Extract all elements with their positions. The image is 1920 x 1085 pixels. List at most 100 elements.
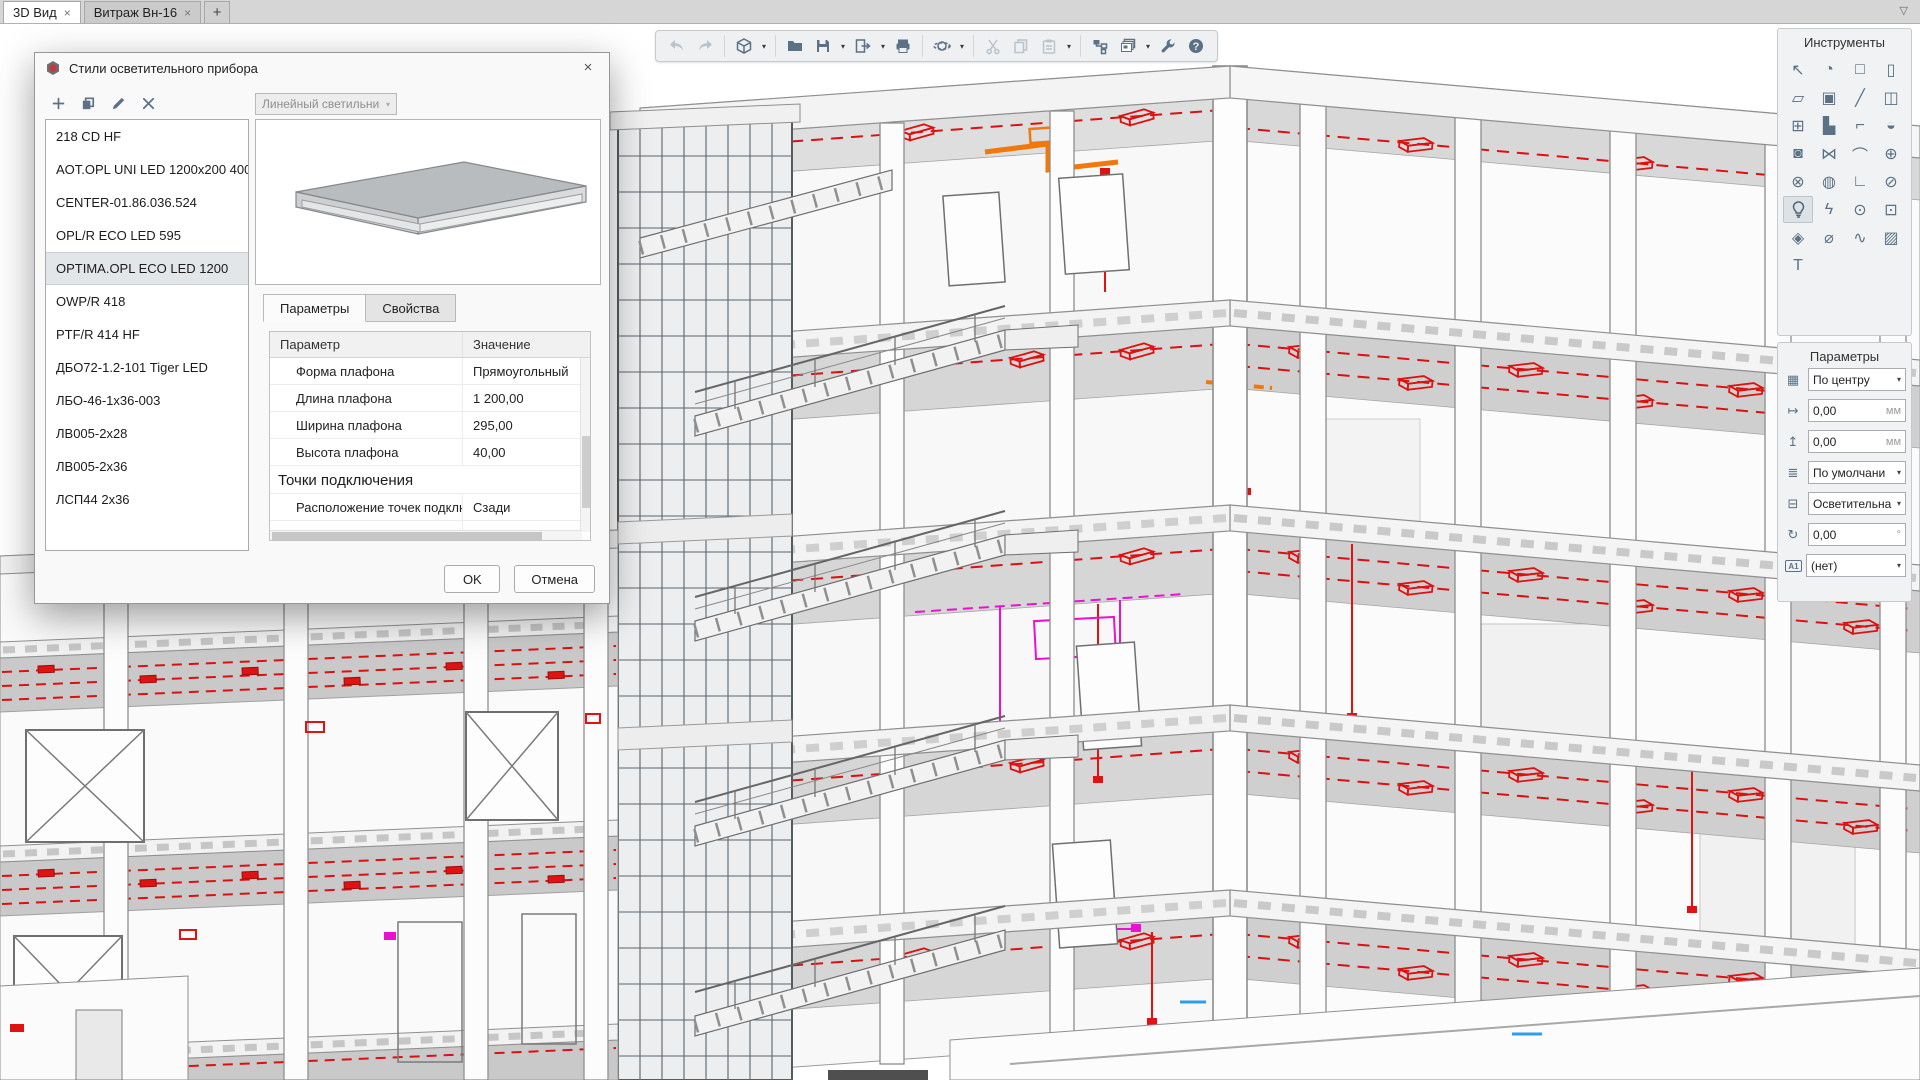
rotation-input[interactable]: 0,00° xyxy=(1808,523,1906,546)
parameter-value[interactable]: 1 200,00 xyxy=(462,385,582,411)
windows-dropdown-arrow[interactable]: ▾ xyxy=(1143,42,1153,51)
style-list-item[interactable]: ДБО72-1.2-101 Tiger LED xyxy=(46,351,248,384)
redo-button[interactable] xyxy=(692,33,718,59)
tab-close-icon[interactable]: × xyxy=(64,7,71,19)
parameter-value[interactable]: Сзади xyxy=(462,494,582,520)
tool-pipe-bend-icon[interactable]: ⌒ xyxy=(1845,140,1875,167)
table-row[interactable]: Высота плафона40,00 xyxy=(270,439,582,466)
open-button[interactable] xyxy=(782,33,808,59)
tool-plumbing-fixture-icon[interactable]: ◒ xyxy=(1876,112,1906,139)
fixture-type-select[interactable]: Линейный светильник xyxy=(255,93,397,115)
connections-button[interactable] xyxy=(1087,33,1113,59)
copy-button[interactable] xyxy=(1008,33,1034,59)
export-dropdown-arrow[interactable]: ▾ xyxy=(878,42,888,51)
toolbar-separator xyxy=(922,35,923,57)
ok-button[interactable]: OK xyxy=(444,565,500,593)
tool-pipe-elbow-icon[interactable]: ⌐ xyxy=(1845,112,1875,139)
save-dropdown-arrow[interactable]: ▾ xyxy=(838,42,848,51)
tool-ventilation-equipment-icon[interactable]: ⊗ xyxy=(1783,168,1813,195)
tool-pipe-tee-icon[interactable]: ⋈ xyxy=(1814,140,1844,167)
tool-electrical-panel-icon[interactable]: ⊡ xyxy=(1876,196,1906,223)
style-list-item[interactable]: OPTIMA.OPL ECO LED 1200 xyxy=(46,252,248,285)
offset-h-input[interactable]: 0,00мм xyxy=(1808,399,1906,422)
style-list-item[interactable]: AOT.OPL UNI LED 1200x200 4000K xyxy=(46,153,248,186)
paste-dropdown-arrow[interactable]: ▾ xyxy=(1064,42,1074,51)
delete-style-button[interactable] xyxy=(136,91,160,115)
tool-opening-icon[interactable]: ▣ xyxy=(1814,84,1844,111)
tool-electrical-equipment-icon[interactable]: ϟ xyxy=(1814,196,1844,223)
help-button[interactable]: ? xyxy=(1183,33,1209,59)
table-row[interactable]: Расположение точек подключенСзади xyxy=(270,494,582,521)
offset-v-input[interactable]: 0,00мм xyxy=(1808,430,1906,453)
tab-close-icon[interactable]: × xyxy=(184,7,191,19)
tool-window-icon[interactable]: ⊞ xyxy=(1783,112,1813,139)
tool-column-icon[interactable]: ▯ xyxy=(1876,56,1906,83)
style-list-item[interactable]: ЛБО-46-1x36-003 xyxy=(46,384,248,417)
tool-text-icon[interactable]: T xyxy=(1783,252,1813,279)
system-select[interactable]: Осветительна xyxy=(1808,492,1906,515)
parameter-value[interactable]: Прямоугольный xyxy=(462,358,582,384)
dialog-close-button[interactable]: × xyxy=(577,57,599,79)
tool-socket-icon[interactable]: ⊙ xyxy=(1845,196,1875,223)
tool-duct-accessory-icon[interactable]: ⊘ xyxy=(1876,168,1906,195)
export-button[interactable] xyxy=(850,33,876,59)
style-list-item[interactable]: ЛСП44 2x36 xyxy=(46,483,248,516)
tab-properties[interactable]: Свойства xyxy=(365,294,456,322)
table-row[interactable]: Форма плафонаПрямоугольный xyxy=(270,358,582,385)
orbit-dropdown-arrow[interactable]: ▾ xyxy=(957,42,967,51)
tool-select-icon[interactable]: ↖ xyxy=(1783,56,1813,83)
add-style-button[interactable] xyxy=(46,91,70,115)
paste-button[interactable] xyxy=(1036,33,1062,59)
style-select[interactable]: По умолчани xyxy=(1808,461,1906,484)
tool-pipe-accessory-icon[interactable]: ⊕ xyxy=(1876,140,1906,167)
style-list-item[interactable]: ЛВ005-2x36 xyxy=(46,450,248,483)
tool-light-fixture-icon[interactable] xyxy=(1783,196,1813,223)
style-list-item[interactable]: CENTER-01.86.036.524 xyxy=(46,186,248,219)
tool-equipment-icon[interactable]: ◙ xyxy=(1783,140,1813,167)
view-3d-dropdown-arrow[interactable]: ▾ xyxy=(759,42,769,51)
tool-spline-icon[interactable]: ∿ xyxy=(1845,224,1875,251)
table-horizontal-scrollbar[interactable] xyxy=(270,530,582,540)
tab-3d-view[interactable]: 3D Вид × xyxy=(3,1,81,23)
tool-hatch-icon[interactable]: ▨ xyxy=(1876,224,1906,251)
style-list-item[interactable]: 218 CD HF xyxy=(46,120,248,153)
undo-button[interactable] xyxy=(664,33,690,59)
table-row[interactable]: Ширина плафона295,00 xyxy=(270,412,582,439)
placement-select[interactable]: По центру xyxy=(1808,368,1906,391)
style-list-item[interactable]: ЛВ005-2x28 xyxy=(46,417,248,450)
tab-parameters[interactable]: Параметры xyxy=(263,294,366,322)
style-list-item[interactable]: OPL/R ECO LED 595 xyxy=(46,219,248,252)
tool-beam-icon[interactable]: ╱ xyxy=(1845,84,1875,111)
tab-list-dropdown-icon[interactable]: ▽ xyxy=(1900,4,1908,17)
cancel-button[interactable]: Отмена xyxy=(514,565,595,593)
tool-floor-icon[interactable]: ▱ xyxy=(1783,84,1813,111)
tab-vitrazh[interactable]: Витраж Вн-16 × xyxy=(84,1,201,23)
table-row[interactable]: Длина плафона1 200,00 xyxy=(270,385,582,412)
cut-button[interactable] xyxy=(980,33,1006,59)
windows-button[interactable] xyxy=(1115,33,1141,59)
style-list-item[interactable]: PTF/R 414 HF xyxy=(46,318,248,351)
orbit-button[interactable] xyxy=(929,33,955,59)
tool-duct-connector-icon[interactable]: ◍ xyxy=(1814,168,1844,195)
duplicate-style-button[interactable] xyxy=(76,91,100,115)
fixture-preview[interactable] xyxy=(255,119,601,285)
tool-solid-icon[interactable]: ◈ xyxy=(1783,224,1813,251)
mark-select[interactable]: (нет) xyxy=(1806,554,1906,577)
print-button[interactable] xyxy=(890,33,916,59)
style-list-item[interactable]: OWP/R 418 xyxy=(46,285,248,318)
tool-door-icon[interactable]: ◫ xyxy=(1876,84,1906,111)
table-vertical-scrollbar[interactable] xyxy=(580,358,590,532)
tool-styles-filter-icon[interactable]: ◔ xyxy=(1814,56,1844,83)
tool-duct-elbow-icon[interactable]: ∟ xyxy=(1845,168,1875,195)
dialog-title-bar[interactable]: Стили осветительного прибора × xyxy=(35,53,609,83)
new-tab-button[interactable]: + xyxy=(204,1,230,23)
settings-button[interactable] xyxy=(1155,33,1181,59)
tool-measure-icon[interactable]: ⌀ xyxy=(1814,224,1844,251)
tool-stairs-icon[interactable]: ▙ xyxy=(1814,112,1844,139)
view-3d-button[interactable] xyxy=(731,33,757,59)
tool-room-icon[interactable]: □ xyxy=(1845,56,1875,83)
parameter-value[interactable]: 40,00 xyxy=(462,439,582,465)
edit-style-button[interactable] xyxy=(106,91,130,115)
parameter-value[interactable]: 295,00 xyxy=(462,412,582,438)
save-button[interactable] xyxy=(810,33,836,59)
